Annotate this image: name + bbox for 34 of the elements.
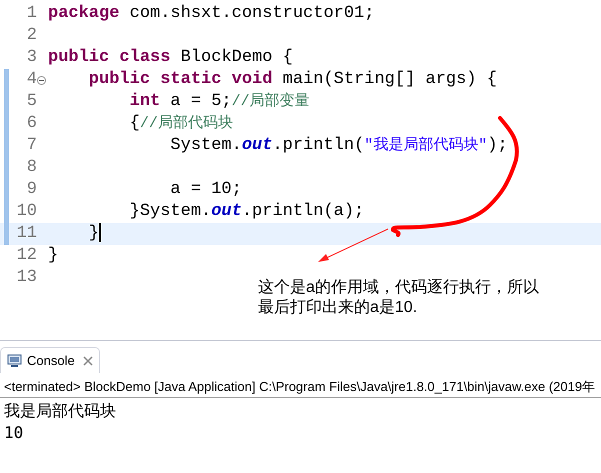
line-number: 3 (26, 47, 37, 70)
line-number: 6 (26, 113, 37, 136)
line-number: 7 (26, 135, 37, 158)
line-number: 1 (26, 3, 37, 26)
code-line: int a = 5;//局部变量 (128, 91, 310, 114)
line-number: 10 (16, 201, 37, 224)
line-number: 2 (26, 25, 37, 48)
code-line: }System.out.println(a); (128, 201, 364, 224)
annotation-text: 最后打印出来的a是10. (258, 298, 418, 318)
collapse-icon[interactable] (37, 76, 46, 84)
arrow (318, 228, 388, 262)
code-line: public static void main(String[] args) { (88, 69, 497, 92)
line-number: 8 (26, 157, 37, 180)
line-number: 11 (16, 223, 37, 246)
line-number: 12 (16, 245, 37, 268)
line-number: 5 (26, 91, 37, 114)
code-line: } (88, 222, 102, 246)
code-line: {//局部代码块 (128, 113, 233, 136)
console-output: 10 (4, 422, 24, 444)
close-icon[interactable] (82, 356, 93, 366)
code-line: public class BlockDemo { (48, 47, 293, 70)
console-tab[interactable]: Console (0, 347, 100, 373)
code-line: } (48, 245, 58, 268)
code-line: a = 10; (169, 179, 242, 202)
line-number: 9 (26, 179, 37, 202)
console-header: <terminated> BlockDemo [Java Application] C:\Program Files\Java\jre1.8.0_171\bin\javaw.exe (2019年 (0, 376, 601, 398)
line-number: 13 (16, 267, 37, 290)
line-number: 4 (26, 69, 37, 92)
monitor-icon (7, 354, 22, 368)
code-line: System.out.println("我是局部代码块"); (169, 135, 508, 158)
console-output: 我是局部代码块 (4, 400, 116, 422)
code-line: package com.shsxt.constructor01; (48, 3, 374, 26)
annotation-text: 这个是a的作用域，代码逐行执行，所以 (258, 278, 539, 298)
text-cursor (99, 223, 102, 242)
